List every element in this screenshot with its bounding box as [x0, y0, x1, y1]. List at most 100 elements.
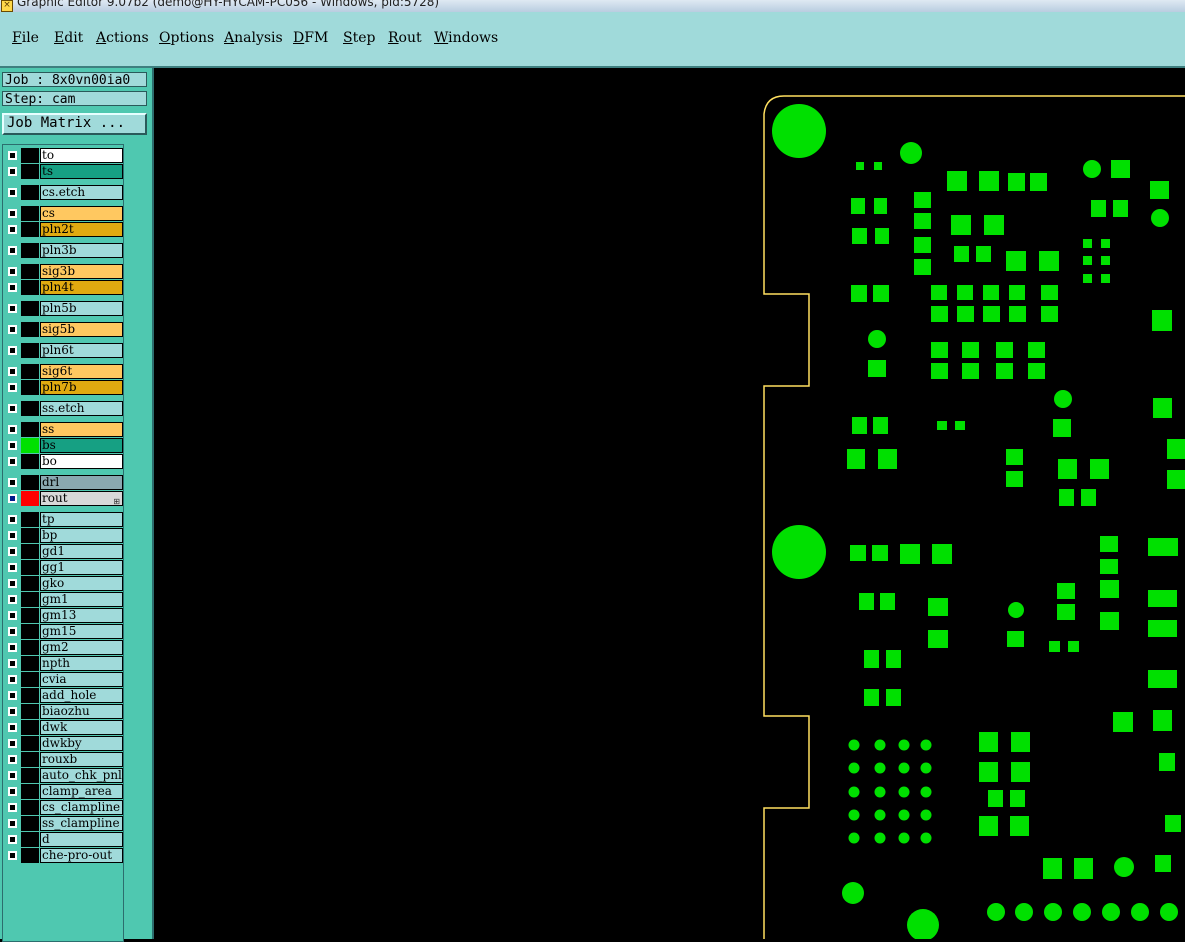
layer-checkbox[interactable]: [8, 367, 17, 376]
layer-name[interactable]: ts: [40, 164, 123, 179]
layer-row-gd1[interactable]: gd1: [5, 544, 123, 559]
layer-checkbox[interactable]: [8, 209, 17, 218]
layer-row-auto_chk_pnl[interactable]: auto_chk_pnl: [5, 768, 123, 783]
layer-name[interactable]: gg1: [40, 560, 123, 575]
layer-color-swatch[interactable]: [21, 380, 39, 395]
layer-row-pln6t[interactable]: pln6t: [5, 343, 123, 358]
layer-checkbox[interactable]: [8, 515, 17, 524]
layer-checkbox[interactable]: [8, 457, 17, 466]
layer-row-tp[interactable]: tp: [5, 512, 123, 527]
layer-color-swatch[interactable]: [21, 544, 39, 559]
layer-row-cvia[interactable]: cvia: [5, 672, 123, 687]
layer-color-swatch[interactable]: [21, 264, 39, 279]
layer-checkbox[interactable]: [8, 425, 17, 434]
layer-color-swatch[interactable]: [21, 206, 39, 221]
layer-row-cs[interactable]: cs: [5, 206, 123, 221]
layer-name[interactable]: gd1: [40, 544, 123, 559]
menu-rout[interactable]: Rout: [388, 30, 422, 46]
layer-row-rouxb[interactable]: rouxb: [5, 752, 123, 767]
layer-checkbox[interactable]: [8, 531, 17, 540]
layer-color-swatch[interactable]: [21, 491, 39, 506]
layer-color-swatch[interactable]: [21, 656, 39, 671]
layer-row-gm1[interactable]: gm1: [5, 592, 123, 607]
layer-checkbox[interactable]: [8, 787, 17, 796]
layer-color-swatch[interactable]: [21, 364, 39, 379]
layer-row-add_hole[interactable]: add_hole: [5, 688, 123, 703]
layer-checkbox[interactable]: [8, 627, 17, 636]
layer-name[interactable]: pln7b: [40, 380, 123, 395]
layer-checkbox[interactable]: [8, 304, 17, 313]
job-matrix-button[interactable]: Job Matrix ...: [2, 113, 147, 135]
layer-name[interactable]: rouxb: [40, 752, 123, 767]
layer-name[interactable]: clamp_area: [40, 784, 123, 799]
layer-checkbox[interactable]: [8, 563, 17, 572]
layer-checkbox[interactable]: [8, 404, 17, 413]
layer-color-swatch[interactable]: [21, 752, 39, 767]
layer-name[interactable]: pln6t: [40, 343, 123, 358]
layer-color-swatch[interactable]: [21, 768, 39, 783]
layer-checkbox[interactable]: [8, 188, 17, 197]
layer-color-swatch[interactable]: [21, 672, 39, 687]
layer-checkbox[interactable]: [8, 643, 17, 652]
layer-color-swatch[interactable]: [21, 301, 39, 316]
layer-checkbox[interactable]: [8, 835, 17, 844]
layer-name[interactable]: gm1: [40, 592, 123, 607]
layer-name[interactable]: drl: [40, 475, 123, 490]
layer-name[interactable]: pln4t: [40, 280, 123, 295]
menu-analysis[interactable]: Analysis: [224, 30, 283, 46]
layer-name[interactable]: add_hole: [40, 688, 123, 703]
layer-row-pln2t[interactable]: pln2t: [5, 222, 123, 237]
layer-row-pln5b[interactable]: pln5b: [5, 301, 123, 316]
layer-color-swatch[interactable]: [21, 800, 39, 815]
layer-color-swatch[interactable]: [21, 475, 39, 490]
layer-row-cs_clampline[interactable]: cs_clampline: [5, 800, 123, 815]
layer-color-swatch[interactable]: [21, 322, 39, 337]
menu-dfm[interactable]: DFM: [293, 30, 328, 46]
layer-row-biaozhu[interactable]: biaozhu: [5, 704, 123, 719]
layer-row-sig6t[interactable]: sig6t: [5, 364, 123, 379]
layer-row-npth[interactable]: npth: [5, 656, 123, 671]
layer-row-ss_clampline[interactable]: ss_clampline: [5, 816, 123, 831]
layer-name[interactable]: cvia: [40, 672, 123, 687]
layer-checkbox[interactable]: [8, 494, 17, 503]
layer-name[interactable]: gko: [40, 576, 123, 591]
layer-color-swatch[interactable]: [21, 438, 39, 453]
layer-row-gm13[interactable]: gm13: [5, 608, 123, 623]
layer-menu-icon[interactable]: ⊞: [113, 495, 120, 505]
layer-color-swatch[interactable]: [21, 640, 39, 655]
layer-name[interactable]: tp: [40, 512, 123, 527]
layer-color-swatch[interactable]: [21, 222, 39, 237]
layer-name[interactable]: pln5b: [40, 301, 123, 316]
layer-color-swatch[interactable]: [21, 592, 39, 607]
layer-color-swatch[interactable]: [21, 401, 39, 416]
layer-name[interactable]: cs.etch: [40, 185, 123, 200]
menu-edit[interactable]: Edit: [54, 30, 83, 46]
layer-color-swatch[interactable]: [21, 736, 39, 751]
layer-checkbox[interactable]: [8, 325, 17, 334]
layer-checkbox[interactable]: [8, 595, 17, 604]
layer-row-gm2[interactable]: gm2: [5, 640, 123, 655]
layer-name[interactable]: che-pro-out: [40, 848, 123, 863]
layer-color-swatch[interactable]: [21, 164, 39, 179]
layer-name[interactable]: to: [40, 148, 123, 163]
layer-color-swatch[interactable]: [21, 454, 39, 469]
layer-row-cs.etch[interactable]: cs.etch: [5, 185, 123, 200]
layer-row-to[interactable]: to: [5, 148, 123, 163]
layer-row-ss.etch[interactable]: ss.etch: [5, 401, 123, 416]
layer-row-ts[interactable]: ts: [5, 164, 123, 179]
layer-checkbox[interactable]: [8, 739, 17, 748]
layer-checkbox[interactable]: [8, 707, 17, 716]
layer-checkbox[interactable]: [8, 691, 17, 700]
layer-name[interactable]: d: [40, 832, 123, 847]
layer-color-swatch[interactable]: [21, 512, 39, 527]
layer-row-ss[interactable]: ss: [5, 422, 123, 437]
layer-row-bo[interactable]: bo: [5, 454, 123, 469]
layer-color-swatch[interactable]: [21, 784, 39, 799]
layer-name[interactable]: npth: [40, 656, 123, 671]
layer-name[interactable]: sig5b: [40, 322, 123, 337]
layer-name[interactable]: cs_clampline: [40, 800, 123, 815]
layer-name[interactable]: gm13: [40, 608, 123, 623]
layer-checkbox[interactable]: [8, 659, 17, 668]
layer-row-pln7b[interactable]: pln7b: [5, 380, 123, 395]
layer-checkbox[interactable]: [8, 803, 17, 812]
